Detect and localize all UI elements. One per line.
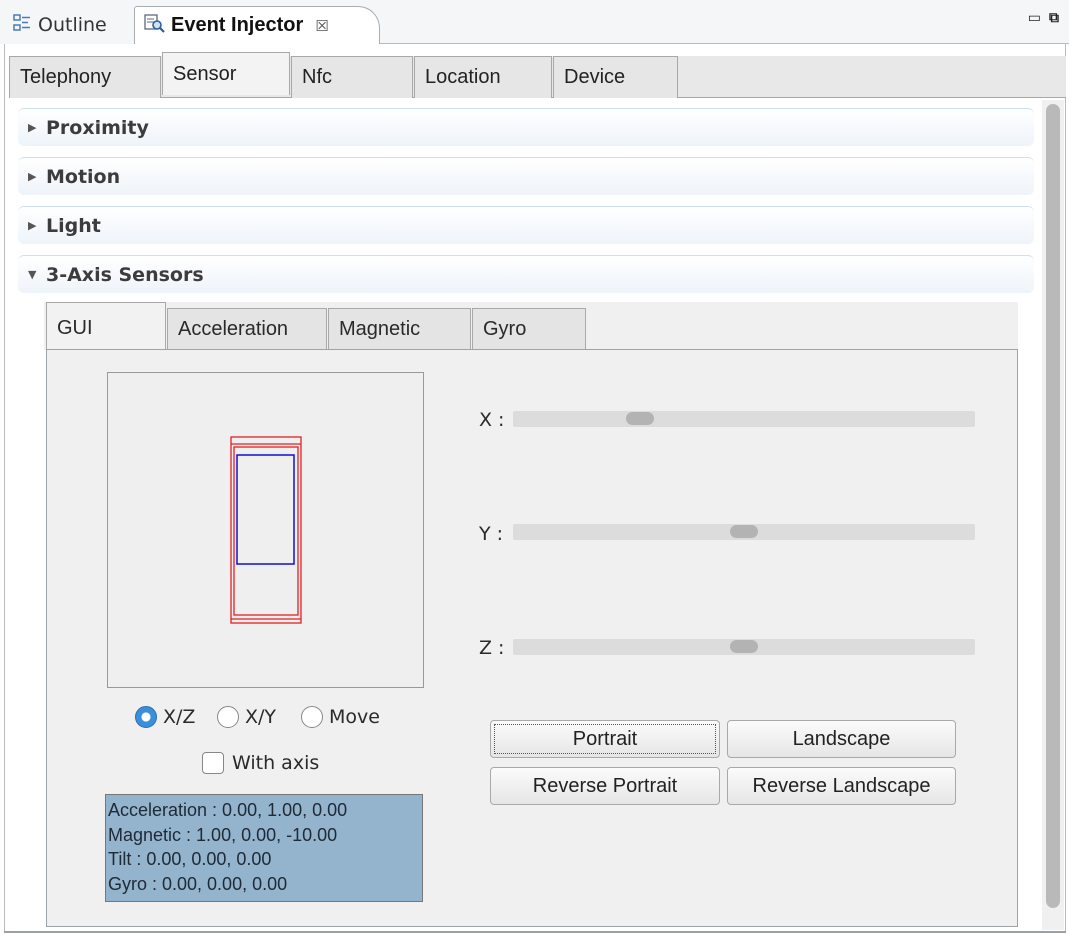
device-model [230, 436, 302, 624]
section-proximity-label: Proximity [46, 116, 149, 139]
z-slider-knob[interactable] [730, 640, 758, 653]
radio-move-label: Move [329, 706, 380, 728]
section-light-label: Light [46, 214, 101, 237]
close-icon[interactable]: ☒ [315, 17, 328, 35]
x-slider[interactable] [513, 411, 975, 427]
window-controls: ▭ ⧉ [1028, 10, 1059, 26]
minimize-icon[interactable]: ▭ [1028, 10, 1041, 26]
device-outer-frame [230, 436, 302, 624]
tab-telephony[interactable]: Telephony [9, 56, 161, 98]
x-slider-knob[interactable] [626, 412, 654, 425]
reverse-landscape-button[interactable]: Reverse Landscape [727, 767, 956, 805]
radio-xy-indicator[interactable] [217, 706, 239, 728]
tab-outline[interactable]: Outline [4, 6, 115, 44]
tab-nfc[interactable]: Nfc [291, 56, 413, 98]
section-motion[interactable]: ▶ Motion [18, 157, 1034, 195]
acceleration-readout: Acceleration : 0.00, 1.00, 0.00 [108, 800, 348, 820]
event-injector-icon [143, 12, 165, 39]
portrait-button[interactable]: Portrait [490, 720, 720, 758]
z-slider-label: Z : [479, 637, 505, 659]
device-orientation-canvas[interactable] [107, 372, 424, 688]
outline-icon [12, 13, 32, 38]
scrollbar-thumb[interactable] [1046, 104, 1060, 908]
sensor-values-readout: Acceleration : 0.00, 1.00, 0.00 Magnetic… [105, 794, 423, 902]
radio-xy[interactable]: X/Y [217, 706, 276, 728]
panel-bottom-border [4, 931, 1066, 933]
section-proximity[interactable]: ▶ Proximity [18, 108, 1034, 146]
z-slider[interactable] [513, 639, 975, 655]
with-axis-label: With axis [232, 752, 320, 774]
section-3-axis-sensors-label: 3-Axis Sensors [46, 263, 204, 286]
restore-icon[interactable]: ⧉ [1049, 10, 1059, 26]
vertical-scrollbar[interactable] [1042, 100, 1064, 930]
gyro-readout: Gyro : 0.00, 0.00, 0.00 [108, 873, 288, 894]
tab-gui[interactable]: GUI [46, 302, 166, 350]
tab-outline-label: Outline [38, 14, 107, 36]
tab-sensor[interactable]: Sensor [162, 52, 290, 95]
view-tab-bar: Outline Event Injector ☒ ▭ ⧉ [0, 0, 1069, 44]
expand-arrow-icon: ▶ [28, 121, 37, 134]
x-slider-label: X : [479, 409, 505, 431]
with-axis-checkbox[interactable]: With axis [202, 752, 319, 774]
tab-event-injector-label: Event Injector [171, 14, 304, 36]
tab-acceleration[interactable]: Acceleration [167, 308, 327, 350]
y-slider-label: Y : [479, 523, 504, 545]
radio-xz[interactable]: X/Z [135, 706, 195, 728]
landscape-button[interactable]: Landscape [727, 720, 956, 758]
y-slider[interactable] [513, 524, 975, 540]
radio-move[interactable]: Move [301, 706, 380, 728]
sensor-category-tabs: Telephony Sensor Nfc Location Device [9, 52, 1066, 98]
device-inner-frame [233, 446, 299, 616]
expand-arrow-icon: ▶ [28, 170, 37, 183]
tab-location[interactable]: Location [414, 56, 552, 98]
with-axis-box[interactable] [202, 752, 224, 774]
tab-event-injector[interactable]: Event Injector ☒ [134, 6, 380, 44]
radio-xz-label: X/Z [163, 706, 196, 728]
section-3-axis-sensors[interactable]: ▼ 3-Axis Sensors [18, 255, 1034, 293]
radio-move-indicator[interactable] [301, 706, 323, 728]
tab-magnetic[interactable]: Magnetic [328, 308, 471, 350]
collapse-arrow-icon: ▼ [28, 268, 37, 281]
tab-device[interactable]: Device [553, 56, 678, 98]
tab-gyro[interactable]: Gyro [472, 308, 586, 350]
section-light[interactable]: ▶ Light [18, 206, 1034, 244]
radio-xy-label: X/Y [245, 706, 277, 728]
radio-xz-indicator[interactable] [135, 706, 157, 728]
expand-arrow-icon: ▶ [28, 219, 37, 232]
magnetic-readout: Magnetic : 1.00, 0.00, -10.00 [108, 824, 338, 845]
y-slider-knob[interactable] [730, 525, 758, 538]
device-screen [236, 454, 295, 565]
reverse-portrait-button[interactable]: Reverse Portrait [490, 767, 720, 805]
section-motion-label: Motion [46, 165, 121, 188]
tilt-readout: Tilt : 0.00, 0.00, 0.00 [108, 849, 272, 869]
